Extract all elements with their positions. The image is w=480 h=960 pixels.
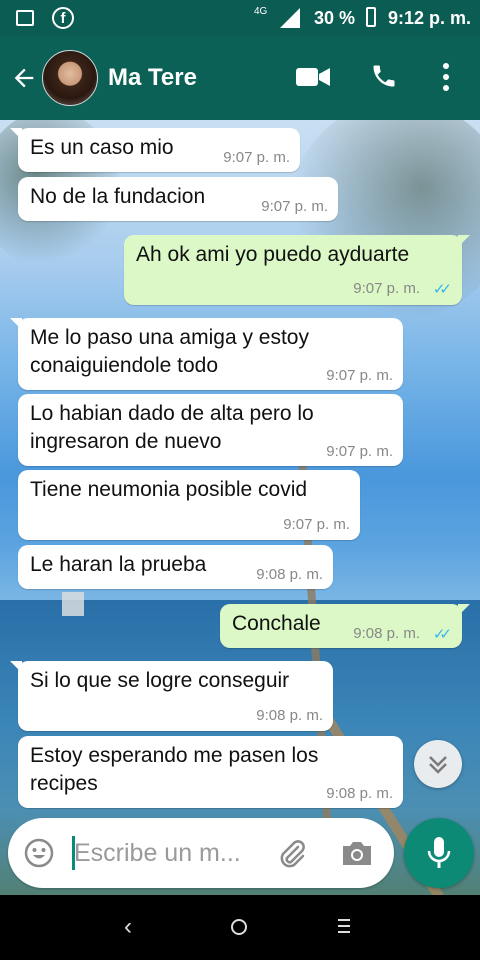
message-time: 9:08 p. m. <box>326 785 393 802</box>
message-incoming[interactable]: Es un caso mio 9:07 p. m. <box>10 128 300 172</box>
message-time: 9:08 p. m. <box>353 625 420 642</box>
message-time: 9:07 p. m. <box>353 280 420 297</box>
wallpaper-tower <box>62 592 84 616</box>
bubble-tail <box>458 235 470 247</box>
clock: 9:12 p. m. <box>388 8 472 28</box>
more-options-icon[interactable] <box>440 62 452 92</box>
message-input[interactable] <box>74 836 254 870</box>
nav-recents-icon[interactable] <box>338 919 350 935</box>
video-call-icon[interactable] <box>296 66 330 88</box>
status-bar: f 4G 30 % 9:12 p. m. <box>0 0 480 36</box>
message-incoming[interactable]: Si lo que se logre conseguir 9:08 p. m. <box>10 661 333 731</box>
emoji-icon[interactable] <box>24 838 54 868</box>
camera-icon[interactable] <box>340 838 374 868</box>
bubble-tail <box>458 604 470 616</box>
message-time: 9:07 p. m. <box>261 198 328 215</box>
message-text: Si lo que se logre conseguir <box>30 669 290 692</box>
nav-back-icon[interactable]: ‹ <box>124 913 132 941</box>
network-type: 4G <box>254 6 268 17</box>
chat-screen: f 4G 30 % 9:12 p. m. Ma Tere Es un caso … <box>0 0 480 960</box>
scroll-to-bottom-button[interactable] <box>414 740 462 788</box>
message-outgoing[interactable]: Conchale 9:08 p. m. ✓✓ <box>220 604 470 648</box>
message-text: Estoy esperando me pasen los recipes <box>30 744 319 795</box>
battery-charging-icon <box>366 7 376 27</box>
message-time: 9:07 p. m. <box>283 516 350 533</box>
battery-percent: 30 % <box>314 8 356 28</box>
message-text: Ah ok ami yo puedo ayduarte <box>136 243 410 266</box>
message-incoming[interactable]: No de la fundacion 9:07 p. m. <box>18 177 338 221</box>
double-check-icon: ✓✓ <box>432 626 452 643</box>
chat-header: Ma Tere <box>0 36 480 120</box>
message-text: Le haran la prueba <box>30 553 207 576</box>
double-chevron-down-icon <box>429 756 447 774</box>
phone-call-icon[interactable] <box>370 62 398 90</box>
message-time: 9:08 p. m. <box>256 707 323 724</box>
message-outgoing[interactable]: Ah ok ami yo puedo ayduarte 9:07 p. m. ✓… <box>124 235 470 305</box>
voice-record-button[interactable] <box>404 818 474 888</box>
message-text: Lo habian dado de alta pero lo ingresaro… <box>30 402 314 453</box>
signal-icon <box>280 8 300 28</box>
message-time: 9:07 p. m. <box>223 149 290 166</box>
bubble-tail <box>10 318 22 330</box>
nav-home-icon[interactable] <box>231 919 247 935</box>
microphone-icon <box>427 837 451 868</box>
message-text: Es un caso mio <box>30 136 174 159</box>
avatar[interactable] <box>42 50 98 106</box>
message-incoming[interactable]: Estoy esperando me pasen los recipes 9:0… <box>18 736 403 808</box>
bubble-tail <box>10 128 22 140</box>
message-time: 9:07 p. m. <box>326 443 393 460</box>
message-time: 9:08 p. m. <box>256 566 323 583</box>
message-text: Tiene neumonia posible covid <box>30 478 308 501</box>
message-composer <box>8 818 394 888</box>
message-text: Conchale <box>232 612 321 635</box>
contact-name[interactable]: Ma Tere <box>108 64 197 92</box>
paperclip-icon[interactable] <box>276 838 308 870</box>
bubble-tail <box>10 661 22 673</box>
message-incoming[interactable]: Tiene neumonia posible covid 9:07 p. m. <box>18 470 360 540</box>
gallery-notification-icon <box>16 10 34 26</box>
system-navigation-bar: ‹ <box>0 895 480 960</box>
message-incoming[interactable]: Lo habian dado de alta pero lo ingresaro… <box>18 394 403 466</box>
message-time: 9:07 p. m. <box>326 367 393 384</box>
double-check-icon: ✓✓ <box>432 281 452 298</box>
facebook-notification-icon: f <box>52 7 74 29</box>
message-text: No de la fundacion <box>30 185 206 208</box>
back-arrow-icon[interactable] <box>10 64 38 92</box>
message-text: Me lo paso una amiga y estoy conaiguiend… <box>30 326 309 377</box>
message-incoming[interactable]: Le haran la prueba 9:08 p. m. <box>18 545 333 589</box>
message-incoming[interactable]: Me lo paso una amiga y estoy conaiguiend… <box>10 318 403 390</box>
